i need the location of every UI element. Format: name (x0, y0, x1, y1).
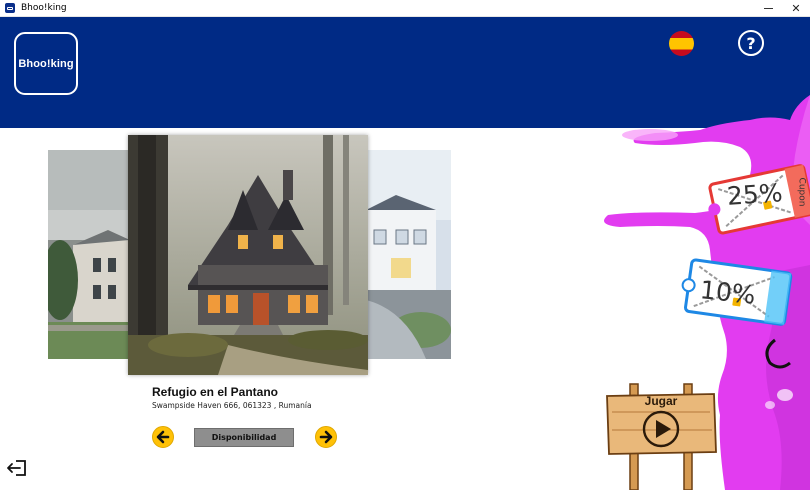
logout-button[interactable] (6, 458, 28, 478)
current-property-image[interactable] (128, 135, 368, 375)
minimize-button[interactable] (754, 0, 782, 17)
app-icon (5, 3, 15, 13)
coupon-25-percent: 25% (726, 178, 784, 211)
title-bar: Bhoo!king ✕ (0, 0, 810, 17)
previous-property-image[interactable] (48, 150, 130, 359)
coupon-10-percent: 10% (698, 275, 757, 310)
close-button[interactable]: ✕ (782, 0, 810, 17)
close-icon: ✕ (791, 3, 801, 15)
property-address: Swampside Haven 666, 061323 , Rumanía (152, 401, 312, 410)
property-carousel: Refugio en el Pantano Swampside Haven 66… (0, 128, 560, 458)
app-window: Bhoo!king ✕ Bhoo!king ? Refugio en el Pa… (0, 0, 810, 490)
previous-property-button[interactable] (152, 426, 174, 448)
availability-button[interactable]: Disponibilidad (194, 428, 294, 447)
play-sign-button[interactable]: Jugar (604, 382, 718, 490)
coupon-word: Cupon (796, 177, 807, 207)
next-property-image[interactable] (366, 150, 451, 359)
next-property-button[interactable] (315, 426, 337, 448)
logout-icon (7, 460, 26, 476)
spain-flag-icon[interactable] (669, 31, 694, 56)
play-label: Jugar (644, 394, 678, 408)
logo-text: Bhoo!king (18, 57, 74, 70)
help-button[interactable]: ? (738, 30, 764, 56)
arrow-left-icon (156, 430, 170, 444)
coupon-10[interactable]: 10% (681, 258, 793, 328)
coupon-25[interactable]: 25% Cupon (707, 163, 810, 235)
property-name: Refugio en el Pantano (152, 385, 279, 399)
arrow-right-icon (319, 430, 333, 444)
window-title: Bhoo!king (21, 3, 67, 13)
minimize-icon (763, 8, 773, 9)
help-icon: ? (746, 33, 756, 53)
logo[interactable]: Bhoo!king (14, 32, 78, 95)
